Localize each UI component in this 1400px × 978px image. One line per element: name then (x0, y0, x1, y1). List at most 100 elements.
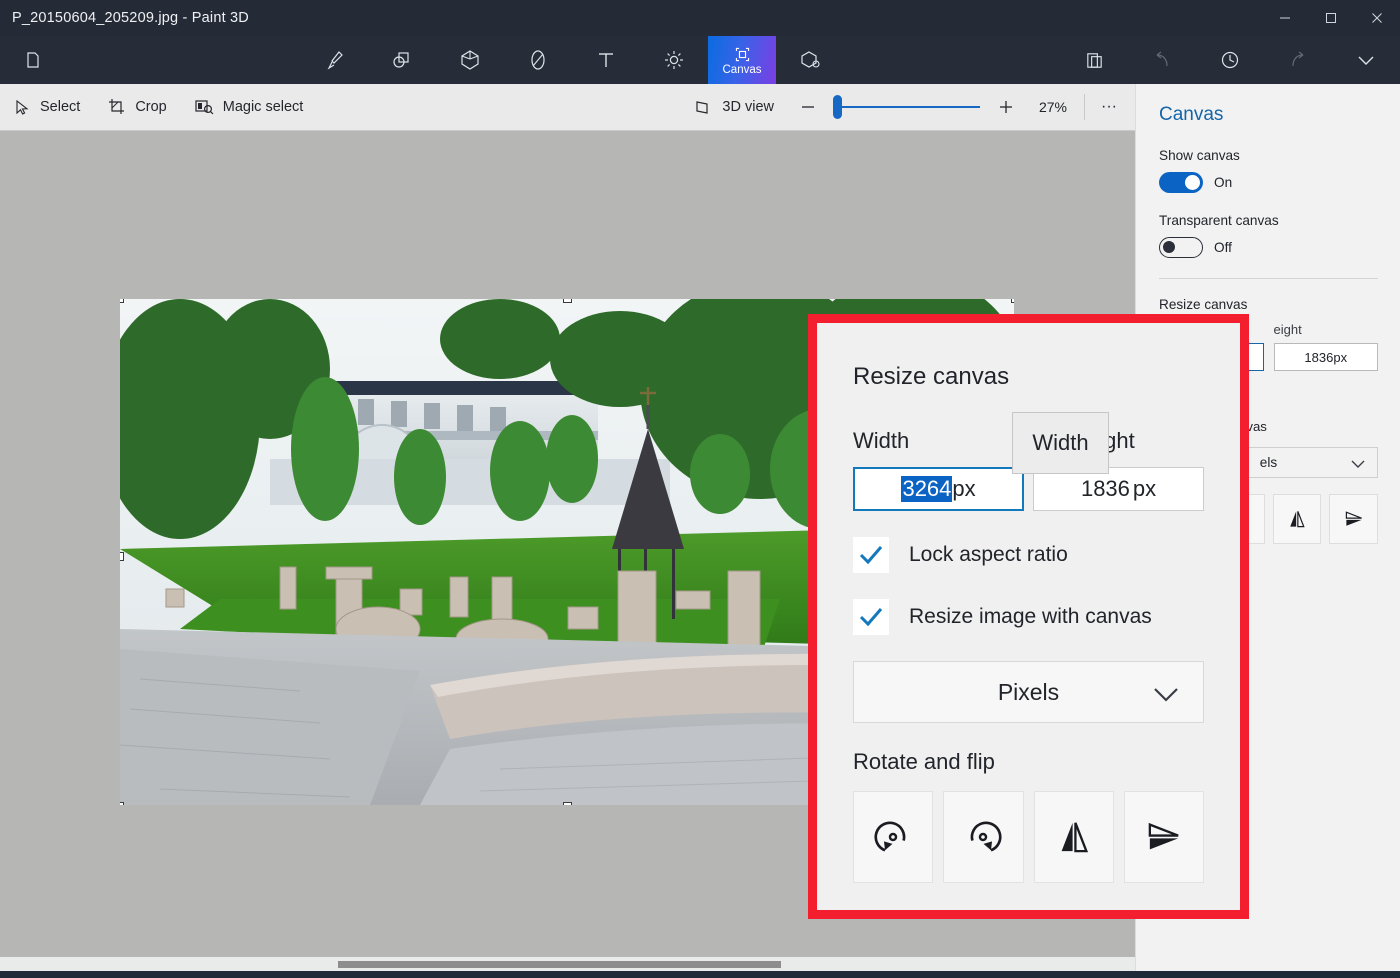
overlay-units-select[interactable]: Pixels (853, 661, 1204, 723)
overlay-width-label: Width (853, 428, 910, 453)
zoom-slider-thumb[interactable] (833, 95, 842, 119)
crop-tool-button[interactable]: Crop (94, 84, 180, 131)
3d-view-label: 3D view (722, 99, 774, 115)
ribbon-tab-3d-shapes[interactable] (436, 36, 504, 84)
transparent-canvas-toggle[interactable] (1159, 237, 1203, 258)
redo-button[interactable] (1264, 36, 1332, 84)
ribbon-tab-text[interactable] (572, 36, 640, 84)
ribbon-tab-brushes[interactable] (300, 36, 368, 84)
overlay-dimension-labels: Width eight Width (853, 412, 1204, 474)
select-tool-button[interactable]: Select (0, 84, 94, 131)
minimize-button[interactable] (1262, 0, 1308, 36)
overlay-resize-image-label: Resize image with canvas (909, 605, 1152, 628)
overlay-resize-image-checkbox[interactable] (853, 599, 889, 635)
history-icon (1221, 51, 1239, 69)
overlay-flip-vertical-button[interactable] (1123, 791, 1204, 883)
check-icon (859, 608, 883, 627)
overlay-width-input[interactable]: 3264 px (853, 467, 1025, 511)
panel-height-input[interactable]: 1836px (1273, 343, 1378, 371)
ribbon-tab-effects[interactable] (640, 36, 708, 84)
title-bar: P_20150604_205209.jpg - Paint 3D (0, 0, 1400, 36)
resize-handle-mid-left[interactable] (120, 552, 124, 561)
resize-handle-bottom-center[interactable] (563, 802, 572, 805)
flip-horizontal-icon (1061, 822, 1088, 853)
ribbon-tab-2d-shapes[interactable] (368, 36, 436, 84)
panel-units-value: els (1259, 455, 1278, 470)
menu-button[interactable] (0, 36, 68, 84)
shapes-2d-icon (393, 52, 409, 68)
panel-heading: Canvas (1159, 104, 1224, 125)
window-controls (1262, 0, 1400, 36)
flip-vertical-icon (1148, 822, 1179, 850)
clipboard-icon (1086, 52, 1102, 68)
overlay-rotate-right-button[interactable] (943, 791, 1024, 883)
overlay-rotate-flip-label: Rotate and flip (853, 749, 995, 774)
flip-vertical-icon (1345, 511, 1362, 526)
rotate-left-icon (874, 821, 906, 852)
resize-handle-top-center[interactable] (563, 299, 572, 303)
chevron-down-icon (1351, 457, 1365, 472)
overlay-resize-image-row: Resize image with canvas (853, 599, 1204, 635)
ribbon-toolbar: Canvas (0, 36, 1400, 84)
select-tool-label: Select (40, 99, 81, 115)
toggle-knob (1163, 240, 1175, 253)
magic-select-icon (195, 99, 214, 114)
menu-folder-icon (27, 52, 39, 68)
zoom-slider[interactable] (828, 87, 986, 127)
overlay-lock-aspect-checkbox[interactable] (853, 537, 889, 573)
3d-view-button[interactable]: 3D view (681, 84, 788, 131)
panel-flip-horizontal-button[interactable] (1272, 494, 1322, 544)
overlay-flip-horizontal-button[interactable] (1033, 791, 1114, 883)
3d-view-icon (696, 100, 709, 114)
overlay-height-unit: px (1132, 476, 1157, 501)
horizontal-scrollbar-thumb[interactable] (338, 961, 781, 968)
plus-icon (1000, 101, 1012, 113)
zoom-out-button[interactable] (788, 87, 828, 127)
effects-icon (665, 51, 683, 69)
panel-height-label: eight (1273, 322, 1302, 337)
flip-horizontal-icon (1290, 511, 1305, 528)
close-button[interactable] (1354, 0, 1400, 36)
show-canvas-row: On (1159, 172, 1378, 193)
resize-handle-top-right[interactable] (1011, 299, 1014, 303)
paste-button[interactable] (1060, 36, 1128, 84)
resize-handle-bottom-left[interactable] (120, 802, 124, 805)
canvas-icon (735, 47, 749, 61)
show-canvas-label: Show canvas (1159, 148, 1240, 163)
ribbon-tab-canvas[interactable]: Canvas (708, 36, 776, 84)
text-icon (599, 53, 613, 67)
transparent-canvas-state: Off (1214, 240, 1232, 255)
overlay-lock-aspect-label: Lock aspect ratio (909, 543, 1068, 566)
overlay-rotate-flip-buttons (853, 791, 1204, 883)
rotate-right-icon (970, 821, 1002, 852)
history-button[interactable] (1196, 36, 1264, 84)
cursor-icon (16, 99, 29, 115)
resize-handle-top-left[interactable] (120, 299, 124, 303)
panel-flip-vertical-button[interactable] (1329, 494, 1378, 544)
transparent-canvas-row: Off (1159, 237, 1378, 258)
crop-icon (109, 99, 125, 114)
overlay-width-value: 3264 (901, 476, 953, 502)
show-canvas-toggle[interactable] (1159, 172, 1203, 193)
library-3d-icon (801, 51, 820, 68)
sub-toolbar: Select Crop Magic select 3D view 27% ··· (0, 84, 1135, 131)
stickers-icon (531, 50, 545, 70)
overlay-title: Resize canvas (853, 363, 1010, 390)
brush-icon (327, 51, 343, 70)
window-title: P_20150604_205209.jpg - Paint 3D (12, 10, 249, 26)
overlay-rotate-left-button[interactable] (853, 791, 934, 883)
transparent-canvas-label: Transparent canvas (1159, 213, 1279, 228)
chevron-down-icon (1153, 682, 1179, 709)
toolbar-more-button[interactable]: ··· (1089, 87, 1129, 127)
expand-ribbon-button[interactable] (1332, 36, 1400, 84)
horizontal-scrollbar[interactable] (0, 957, 1135, 971)
width-tooltip: Width (1012, 412, 1109, 474)
undo-button[interactable] (1128, 36, 1196, 84)
crop-tool-label: Crop (135, 99, 167, 115)
maximize-button[interactable] (1308, 0, 1354, 36)
ribbon-tab-3d-library[interactable] (776, 36, 844, 84)
magic-select-tool-button[interactable]: Magic select (181, 84, 318, 131)
ribbon-tab-stickers[interactable] (504, 36, 572, 84)
zoom-in-button[interactable] (986, 87, 1026, 127)
resize-canvas-zoom-overlay: Resize canvas Width eight Width 3264 px 1… (808, 314, 1249, 919)
